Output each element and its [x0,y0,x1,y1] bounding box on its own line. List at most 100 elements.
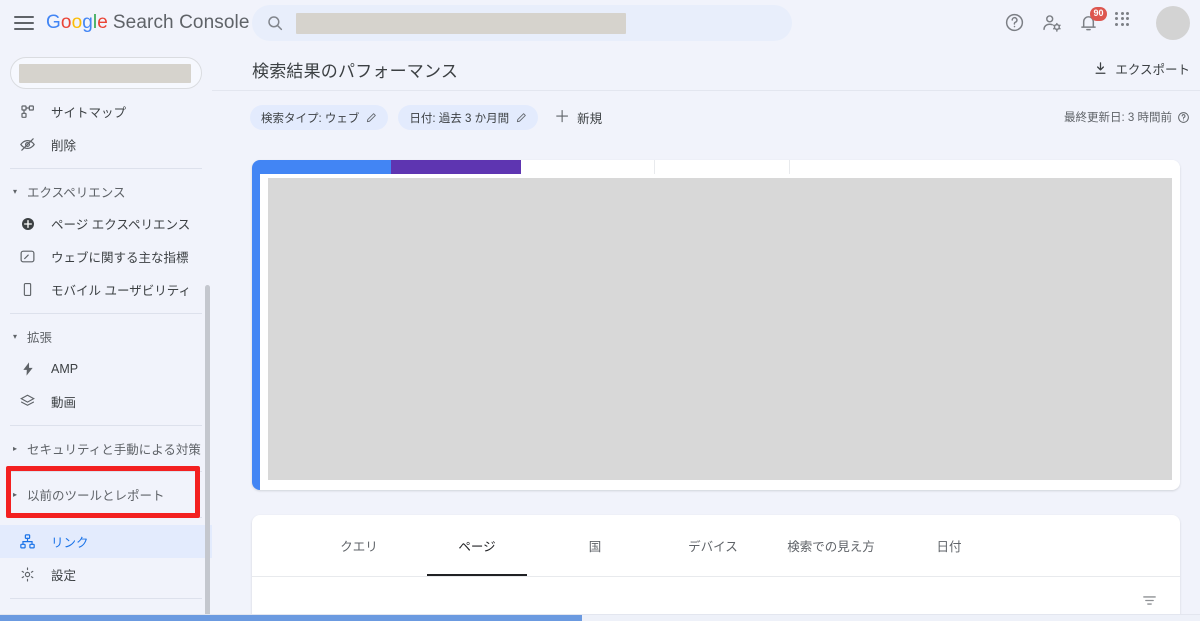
sidebar-group-label: 以前のツールとレポート [27,489,165,503]
caret-right-icon: ▸ [13,444,18,453]
sidebar-item-links[interactable]: リンク [0,525,212,558]
page-experience-icon [18,214,37,233]
dimension-tab-bar: クエリ ページ 国 デバイス 検索での見え方 日付 [252,515,1180,577]
tab-search-appearance[interactable]: 検索での見え方 [772,515,890,576]
tab-label: 国 [588,540,602,554]
sidebar-group-experience[interactable]: ▾ エクスペリエンス [0,176,212,207]
app-header: Go o g l e Search Console 90 [0,0,1200,45]
sidebar-item-removals[interactable]: 削除 [0,128,212,161]
video-layers-icon [18,392,37,411]
divider [10,313,202,314]
tab-pages[interactable]: ページ [418,515,536,576]
sidebar: サイトマップ 削除 ▾ エクスペリエンス ページ エクスペリエンス ウェブに関す… [0,45,212,615]
global-search-bar[interactable] [252,5,792,41]
filter-bar: 検索タイプ: ウェブ 日付: 過去 3 か月間 ＋ 新規 [250,105,602,130]
caret-down-icon: ▾ [13,187,18,196]
avatar[interactable] [1156,5,1190,40]
person-settings-icon[interactable] [1041,12,1063,34]
horizontal-scrollbar[interactable] [0,615,1200,621]
pencil-icon[interactable] [516,112,527,123]
sidebar-group-enhancements[interactable]: ▾ 拡張 [0,321,212,352]
metric-tab-total-clicks[interactable] [260,160,391,174]
help-icon[interactable] [1004,12,1026,34]
divider [10,598,202,599]
sidebar-item-sitemaps[interactable]: サイトマップ [0,95,212,128]
tab-devices[interactable]: デバイス [654,515,772,576]
search-console-app: Go o g l e Search Console 90 サイトマップ 削除 ▾… [0,0,1200,621]
sidebar-group-security-manual-actions[interactable]: ▸ セキュリティと手動による対策 [0,433,212,464]
tab-dates[interactable]: 日付 [890,515,1008,576]
sidebar-item-label: 削除 [51,139,77,153]
sidebar-item-videos[interactable]: 動画 [0,385,212,418]
filter-chip-label: 検索タイプ: ウェブ [261,112,360,125]
main-content: 検索結果のパフォーマンス エクスポート 検索タイプ: ウェブ 日付: 過去 3 … [212,45,1200,621]
sidebar-item-label: 設定 [51,569,77,583]
caret-down-icon: ▾ [13,332,18,341]
tab-label: 検索での見え方 [787,540,875,554]
sidebar-item-label: リンク [51,536,89,550]
help-circle-icon[interactable] [1177,111,1190,124]
sidebar-item-label: サイトマップ [51,106,127,120]
plus-icon: ＋ [554,108,571,126]
dimension-table-card: クエリ ページ 国 デバイス 検索での見え方 日付 [252,515,1180,621]
sidebar-item-core-web-vitals[interactable]: ウェブに関する主な指標 [0,240,212,273]
tab-label: デバイス [688,540,738,554]
caret-right-icon: ▸ [13,490,18,499]
sidebar-item-mobile-usability[interactable]: モバイル ユーザビリティ [0,273,212,306]
amp-bolt-icon [18,359,37,378]
sidebar-scrollbar-thumb[interactable] [205,285,210,615]
logo-letter-e: e [97,11,108,33]
download-icon [1093,61,1108,76]
logo-letter-g2: g [82,11,93,33]
sidebar-scrollbar[interactable] [205,285,210,615]
google-search-console-logo: Go o g l e Search Console [46,12,250,34]
divider [10,168,202,169]
page-title: 検索結果のパフォーマンス [252,62,459,81]
last-updated-status: 最終更新日: 3 時間前 [1064,109,1190,125]
metric-tab-average-position[interactable] [654,160,790,174]
logo-letter-o2: o [71,11,83,33]
links-icon [18,532,37,551]
sidebar-group-legacy-tools[interactable]: ▸ 以前のツールとレポート [0,479,212,510]
tab-countries[interactable]: 国 [536,515,654,576]
search-input[interactable] [296,12,626,34]
new-filter-label: 新規 [577,112,603,126]
export-button[interactable]: エクスポート [1093,59,1190,78]
metric-tab-total-impressions[interactable] [390,160,522,174]
performance-chart-plot [268,178,1172,480]
metric-tab-spacer [789,160,1180,174]
property-selector[interactable] [10,57,202,89]
property-selector-value [19,63,191,83]
sidebar-item-label: モバイル ユーザビリティ [51,284,191,298]
tab-label: ページ [458,540,496,554]
divider [10,425,202,426]
settings-gear-icon [18,565,37,584]
sidebar-item-label: AMP [51,361,79,376]
tab-queries[interactable]: クエリ [300,515,418,576]
sidebar-item-amp[interactable]: AMP [0,352,212,385]
sidebar-item-settings[interactable]: 設定 [0,558,212,591]
pencil-icon[interactable] [366,112,377,123]
sidebar-item-label: ウェブに関する主な指標 [51,251,189,265]
sitemap-icon [18,102,37,121]
mobile-icon [18,280,37,299]
filter-chip-search-type[interactable]: 検索タイプ: ウェブ [250,105,389,130]
notification-count-badge: 90 [1090,6,1107,21]
sidebar-item-label: ページ エクスペリエンス [51,218,191,232]
logo-letter-o1: o [60,11,72,33]
filter-chip-date[interactable]: 日付: 過去 3 か月間 [398,105,539,130]
horizontal-scrollbar-thumb[interactable] [0,615,582,621]
sidebar-item-page-experience[interactable]: ページ エクスペリエンス [0,207,212,240]
tab-label: 日付 [936,540,962,554]
notifications-icon[interactable]: 90 [1078,6,1107,34]
core-web-vitals-icon [18,247,37,266]
tab-label: クエリ [340,540,378,554]
new-filter-button[interactable]: ＋ 新規 [554,108,602,127]
divider [10,471,202,472]
logo-letter-g: G [46,11,61,33]
apps-grid-icon[interactable] [1115,11,1137,34]
filter-list-icon[interactable] [1141,592,1158,609]
menu-icon[interactable] [14,12,36,34]
filter-chip-label: 日付: 過去 3 か月間 [409,112,510,125]
metric-tab-average-ctr[interactable] [521,160,655,174]
